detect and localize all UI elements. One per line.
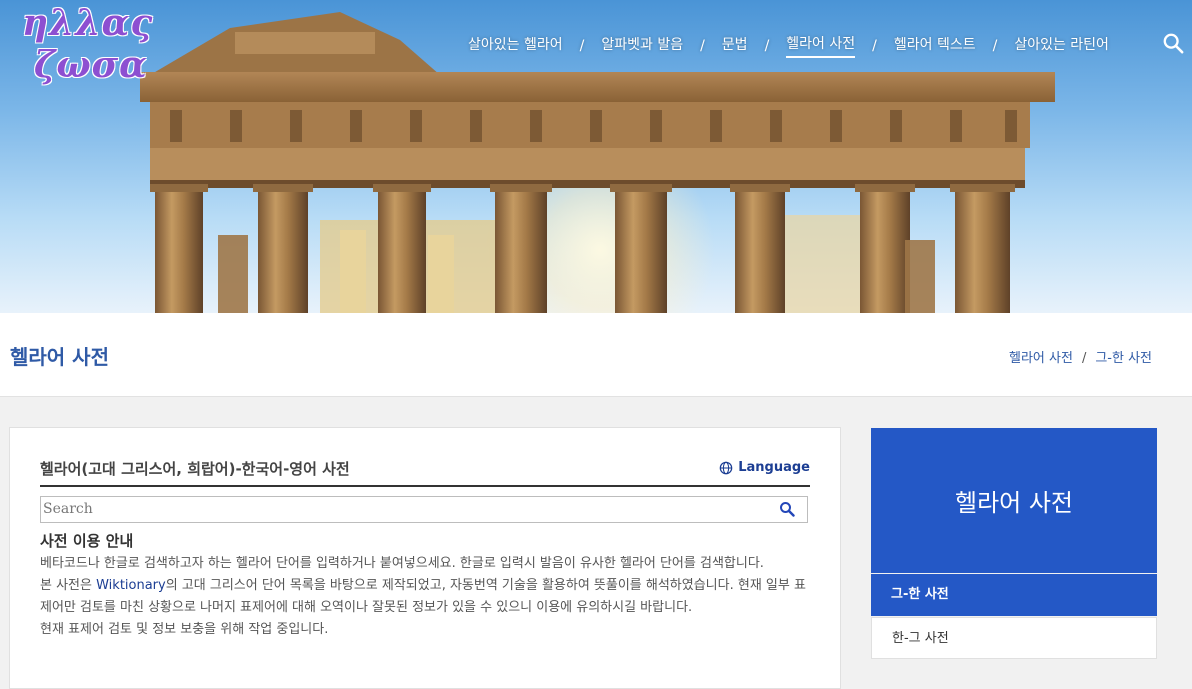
nav-greek-texts[interactable]: 헬라어 텍스트 <box>894 34 976 57</box>
language-selector[interactable]: Language <box>719 460 810 475</box>
breadcrumb-separator: / <box>1081 351 1087 366</box>
page-header: 헬라어 사전 헬라어 사전 / 그-한 사전 <box>0 313 1192 397</box>
wiktionary-link[interactable]: Wiktionary <box>96 578 166 593</box>
guide-text: 본 사전은 <box>40 578 97 593</box>
guide-paragraph-2: 본 사전은 Wiktionary의 고대 그리스어 단어 목록을 바탕으로 제작… <box>40 575 810 619</box>
breadcrumb-greek-dictionary[interactable]: 헬라어 사전 <box>1009 351 1073 366</box>
guide-paragraph-1: 베타코드나 한글로 검색하고자 하는 헬라어 단어를 입력하거나 붙여넣으세요.… <box>40 556 764 571</box>
breadcrumb: 헬라어 사전 / 그-한 사전 <box>1009 347 1152 366</box>
nav-alphabet[interactable]: 알파벳과 발음 <box>601 34 683 57</box>
breadcrumb-greek-korean[interactable]: 그-한 사전 <box>1095 351 1152 366</box>
sidebar-title: 헬라어 사전 <box>954 489 1074 517</box>
dictionary-search-input[interactable] <box>43 498 763 519</box>
usage-guide: 베타코드나 한글로 검색하고자 하는 헬라어 단어를 입력하거나 붙여넣으세요.… <box>40 553 810 641</box>
guide-paragraph-3: 현재 표제어 검토 및 정보 보충을 위해 작업 중입니다. <box>40 622 329 637</box>
nav-separator: / <box>579 37 585 54</box>
nav-greek-dictionary[interactable]: 헬라어 사전 <box>786 33 856 58</box>
dictionary-search-box <box>40 496 808 523</box>
sidebar: 헬라어 사전 그-한 사전 한-그 사전 <box>871 428 1157 668</box>
nav-separator: / <box>872 37 877 54</box>
logo-text-line2: ζωσα <box>34 44 148 86</box>
main-nav: 살아있는 헬라어 / 알파벳과 발음 / 문법 / 헬라어 사전 / 헬라어 텍… <box>468 33 1109 58</box>
globe-icon <box>719 461 733 474</box>
sidebar-item-korean-greek[interactable]: 한-그 사전 <box>871 617 1157 659</box>
site-logo[interactable]: ηλλας ζωσα <box>22 2 162 92</box>
search-icon[interactable] <box>779 501 795 517</box>
sidebar-title-box: 헬라어 사전 <box>871 428 1157 573</box>
hero-banner: ηλλας ζωσα 살아있는 헬라어 / 알파벳과 발음 / 문법 / 헬라어… <box>0 0 1192 313</box>
search-icon[interactable] <box>1162 32 1184 54</box>
nav-separator: / <box>992 37 998 54</box>
nav-living-latin[interactable]: 살아있는 라틴어 <box>1014 34 1109 57</box>
card-title: 헬라어(고대 그리스어, 희랍어)-한국어-영어 사전 <box>40 460 350 478</box>
language-label: Language <box>738 460 810 475</box>
sidebar-item-greek-korean[interactable]: 그-한 사전 <box>871 574 1157 616</box>
page-title: 헬라어 사전 <box>10 345 109 369</box>
card-header: 헬라어(고대 그리스어, 희랍어)-한국어-영어 사전 Language <box>40 458 810 487</box>
logo-text-line1: ηλλας <box>22 2 154 44</box>
nav-separator: / <box>764 37 770 54</box>
nav-living-greek[interactable]: 살아있는 헬라어 <box>468 34 563 57</box>
usage-guide-title: 사전 이용 안내 <box>40 532 134 550</box>
nav-separator: / <box>700 37 705 54</box>
nav-grammar[interactable]: 문법 <box>722 34 748 57</box>
dictionary-card: 헬라어(고대 그리스어, 희랍어)-한국어-영어 사전 Language 사전 … <box>9 427 841 689</box>
